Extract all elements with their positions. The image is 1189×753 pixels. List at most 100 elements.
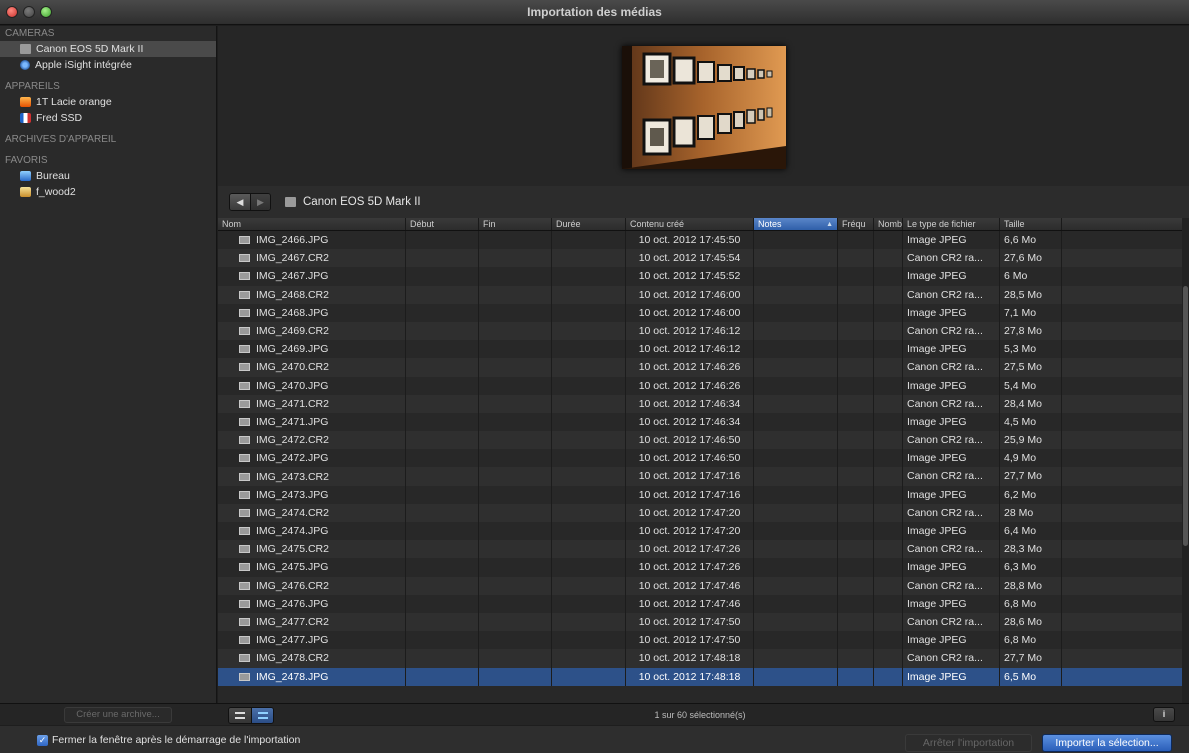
empty-cell — [479, 649, 552, 668]
sidebar-item[interactable]: f_wood2 — [0, 184, 216, 200]
column-header[interactable]: Durée — [552, 218, 626, 230]
empty-cell — [838, 631, 874, 650]
table-row[interactable]: IMG_2469.CR2 10 oct. 2012 17:46:12 Canon C… — [218, 321, 1182, 341]
table-row[interactable]: IMG_2478.JPG 10 oct. 2012 17:48:18 Image J… — [218, 667, 1182, 686]
empty-cell — [552, 631, 626, 650]
column-header[interactable]: Le type de fichier — [903, 218, 1000, 230]
table-row[interactable]: IMG_2470.JPG 10 oct. 2012 17:46:26 Image J… — [218, 376, 1182, 395]
sidebar-item[interactable]: 1T Lacie orange — [0, 94, 216, 110]
table-row[interactable]: IMG_2474.CR2 10 oct. 2012 17:47:20 Canon C… — [218, 503, 1182, 522]
empty-cell — [552, 485, 626, 504]
image-file-icon — [239, 636, 250, 645]
create-archive-button[interactable]: Créer une archive... — [64, 707, 172, 723]
table-row[interactable]: IMG_2469.JPG 10 oct. 2012 17:46:12 Image J… — [218, 340, 1182, 359]
empty-cell — [1062, 449, 1182, 467]
empty-cell — [874, 231, 903, 250]
file-type-cell: Image JPEG — [903, 267, 1000, 286]
empty-cell — [1062, 577, 1182, 595]
content-created-cell: 10 oct. 2012 17:47:20 — [626, 522, 754, 541]
file-size-cell: 28,5 Mo — [1000, 285, 1062, 304]
table-row[interactable]: IMG_2468.CR2 10 oct. 2012 17:46:00 Canon C… — [218, 285, 1182, 304]
file-size-cell: 6,3 Mo — [1000, 558, 1062, 577]
empty-cell — [406, 631, 479, 650]
image-file-icon — [239, 381, 250, 390]
hallway-photo-image — [622, 46, 786, 169]
table-row[interactable]: IMG_2467.CR2 10 oct. 2012 17:45:54 Canon C… — [218, 249, 1182, 268]
table-row[interactable]: IMG_2468.JPG 10 oct. 2012 17:46:00 Image J… — [218, 303, 1182, 322]
empty-cell — [1062, 504, 1182, 522]
empty-cell — [479, 267, 552, 286]
table-row[interactable]: IMG_2477.CR2 10 oct. 2012 17:47:50 Canon C… — [218, 612, 1182, 632]
table-row[interactable]: IMG_2475.JPG 10 oct. 2012 17:47:26 Image J… — [218, 558, 1182, 577]
table-row[interactable]: IMG_2467.JPG 10 oct. 2012 17:45:52 Image J… — [218, 267, 1182, 286]
file-name-cell: IMG_2471.CR2 — [218, 394, 406, 413]
table-row[interactable]: IMG_2471.JPG 10 oct. 2012 17:46:34 Image J… — [218, 412, 1182, 432]
forward-button[interactable]: ▶ — [250, 194, 270, 210]
empty-cell — [874, 412, 903, 432]
scrollbar-thumb[interactable] — [1183, 286, 1188, 546]
selection-count: 1 sur 60 sélectionné(s) — [654, 710, 746, 720]
empty-cell — [479, 358, 552, 377]
column-header[interactable]: Fin — [479, 218, 552, 230]
empty-cell — [874, 594, 903, 613]
empty-cell — [406, 321, 479, 341]
file-name-cell: IMG_2473.CR2 — [218, 467, 406, 486]
content-created-cell: 10 oct. 2012 17:47:16 — [626, 467, 754, 486]
column-header[interactable]: Début — [406, 218, 479, 230]
file-size-cell: 6 Mo — [1000, 267, 1062, 286]
sidebar-item[interactable]: Canon EOS 5D Mark II — [0, 41, 216, 57]
table-row[interactable]: IMG_2472.CR2 10 oct. 2012 17:46:50 Canon C… — [218, 431, 1182, 450]
column-header[interactable]: Fréqu — [838, 218, 874, 230]
close-window-button[interactable] — [6, 6, 18, 18]
table-row[interactable]: IMG_2473.CR2 10 oct. 2012 17:47:16 Canon C… — [218, 467, 1182, 486]
empty-cell — [406, 231, 479, 250]
table-row[interactable]: IMG_2476.CR2 10 oct. 2012 17:47:46 Canon C… — [218, 576, 1182, 595]
column-header[interactable]: Taille — [1000, 218, 1062, 230]
info-button[interactable]: i — [1153, 707, 1175, 722]
table-row[interactable]: IMG_2466.JPG 10 oct. 2012 17:45:50 Image J… — [218, 231, 1182, 250]
empty-cell — [874, 467, 903, 486]
file-name-cell: IMG_2472.JPG — [218, 449, 406, 468]
file-name: IMG_2475.JPG — [256, 561, 329, 574]
table-row[interactable]: IMG_2472.JPG 10 oct. 2012 17:46:50 Image J… — [218, 449, 1182, 468]
table-scrollbar[interactable] — [1182, 218, 1189, 703]
empty-cell — [1062, 340, 1182, 358]
table-row[interactable]: IMG_2477.JPG 10 oct. 2012 17:47:50 Image J… — [218, 631, 1182, 650]
desktop-folder-icon — [20, 171, 31, 181]
empty-cell — [874, 558, 903, 577]
table-row[interactable]: IMG_2476.JPG 10 oct. 2012 17:47:46 Image J… — [218, 594, 1182, 613]
table-row[interactable]: IMG_2471.CR2 10 oct. 2012 17:46:34 Canon C… — [218, 394, 1182, 413]
table-row[interactable]: IMG_2470.CR2 10 oct. 2012 17:46:26 Canon C… — [218, 358, 1182, 377]
sidebar-item[interactable]: Fred SSD — [0, 110, 216, 126]
table-row[interactable]: IMG_2473.JPG 10 oct. 2012 17:47:16 Image J… — [218, 485, 1182, 504]
sidebar-item[interactable]: Bureau — [0, 168, 216, 184]
minimize-window-button[interactable] — [23, 6, 35, 18]
column-header[interactable]: Nombr — [874, 218, 903, 230]
column-header[interactable]: Nom — [218, 218, 406, 230]
stop-import-button[interactable]: Arrêter l'importation — [905, 734, 1032, 752]
zoom-window-button[interactable] — [40, 6, 52, 18]
table-row[interactable]: IMG_2474.JPG 10 oct. 2012 17:47:20 Image J… — [218, 522, 1182, 541]
empty-cell — [552, 249, 626, 268]
column-header[interactable]: Contenu créé — [626, 218, 754, 230]
back-button[interactable]: ◀ — [230, 194, 250, 210]
file-name-cell: IMG_2467.JPG — [218, 267, 406, 286]
empty-cell — [479, 340, 552, 359]
empty-cell — [1062, 613, 1182, 631]
file-size-cell: 27,8 Mo — [1000, 321, 1062, 341]
empty-cell — [874, 394, 903, 413]
file-type-cell: Image JPEG — [903, 340, 1000, 359]
file-name: IMG_2478.CR2 — [256, 652, 329, 665]
empty-cell — [874, 485, 903, 504]
file-size-cell: 6,5 Mo — [1000, 667, 1062, 686]
empty-cell — [406, 503, 479, 522]
import-selection-button[interactable]: Importer la sélection... — [1042, 734, 1172, 752]
close-after-import-checkbox[interactable]: ✓ — [37, 735, 48, 746]
table-row[interactable]: IMG_2478.CR2 10 oct. 2012 17:48:18 Canon C… — [218, 649, 1182, 668]
table-row[interactable]: IMG_2475.CR2 10 oct. 2012 17:47:26 Canon C… — [218, 540, 1182, 559]
content-created-cell: 10 oct. 2012 17:47:26 — [626, 558, 754, 577]
file-size-cell: 27,7 Mo — [1000, 649, 1062, 668]
column-header[interactable]: Notes ▲ — [754, 218, 838, 230]
sidebar-item[interactable]: Apple iSight intégrée — [0, 57, 216, 73]
image-file-icon — [239, 308, 250, 317]
